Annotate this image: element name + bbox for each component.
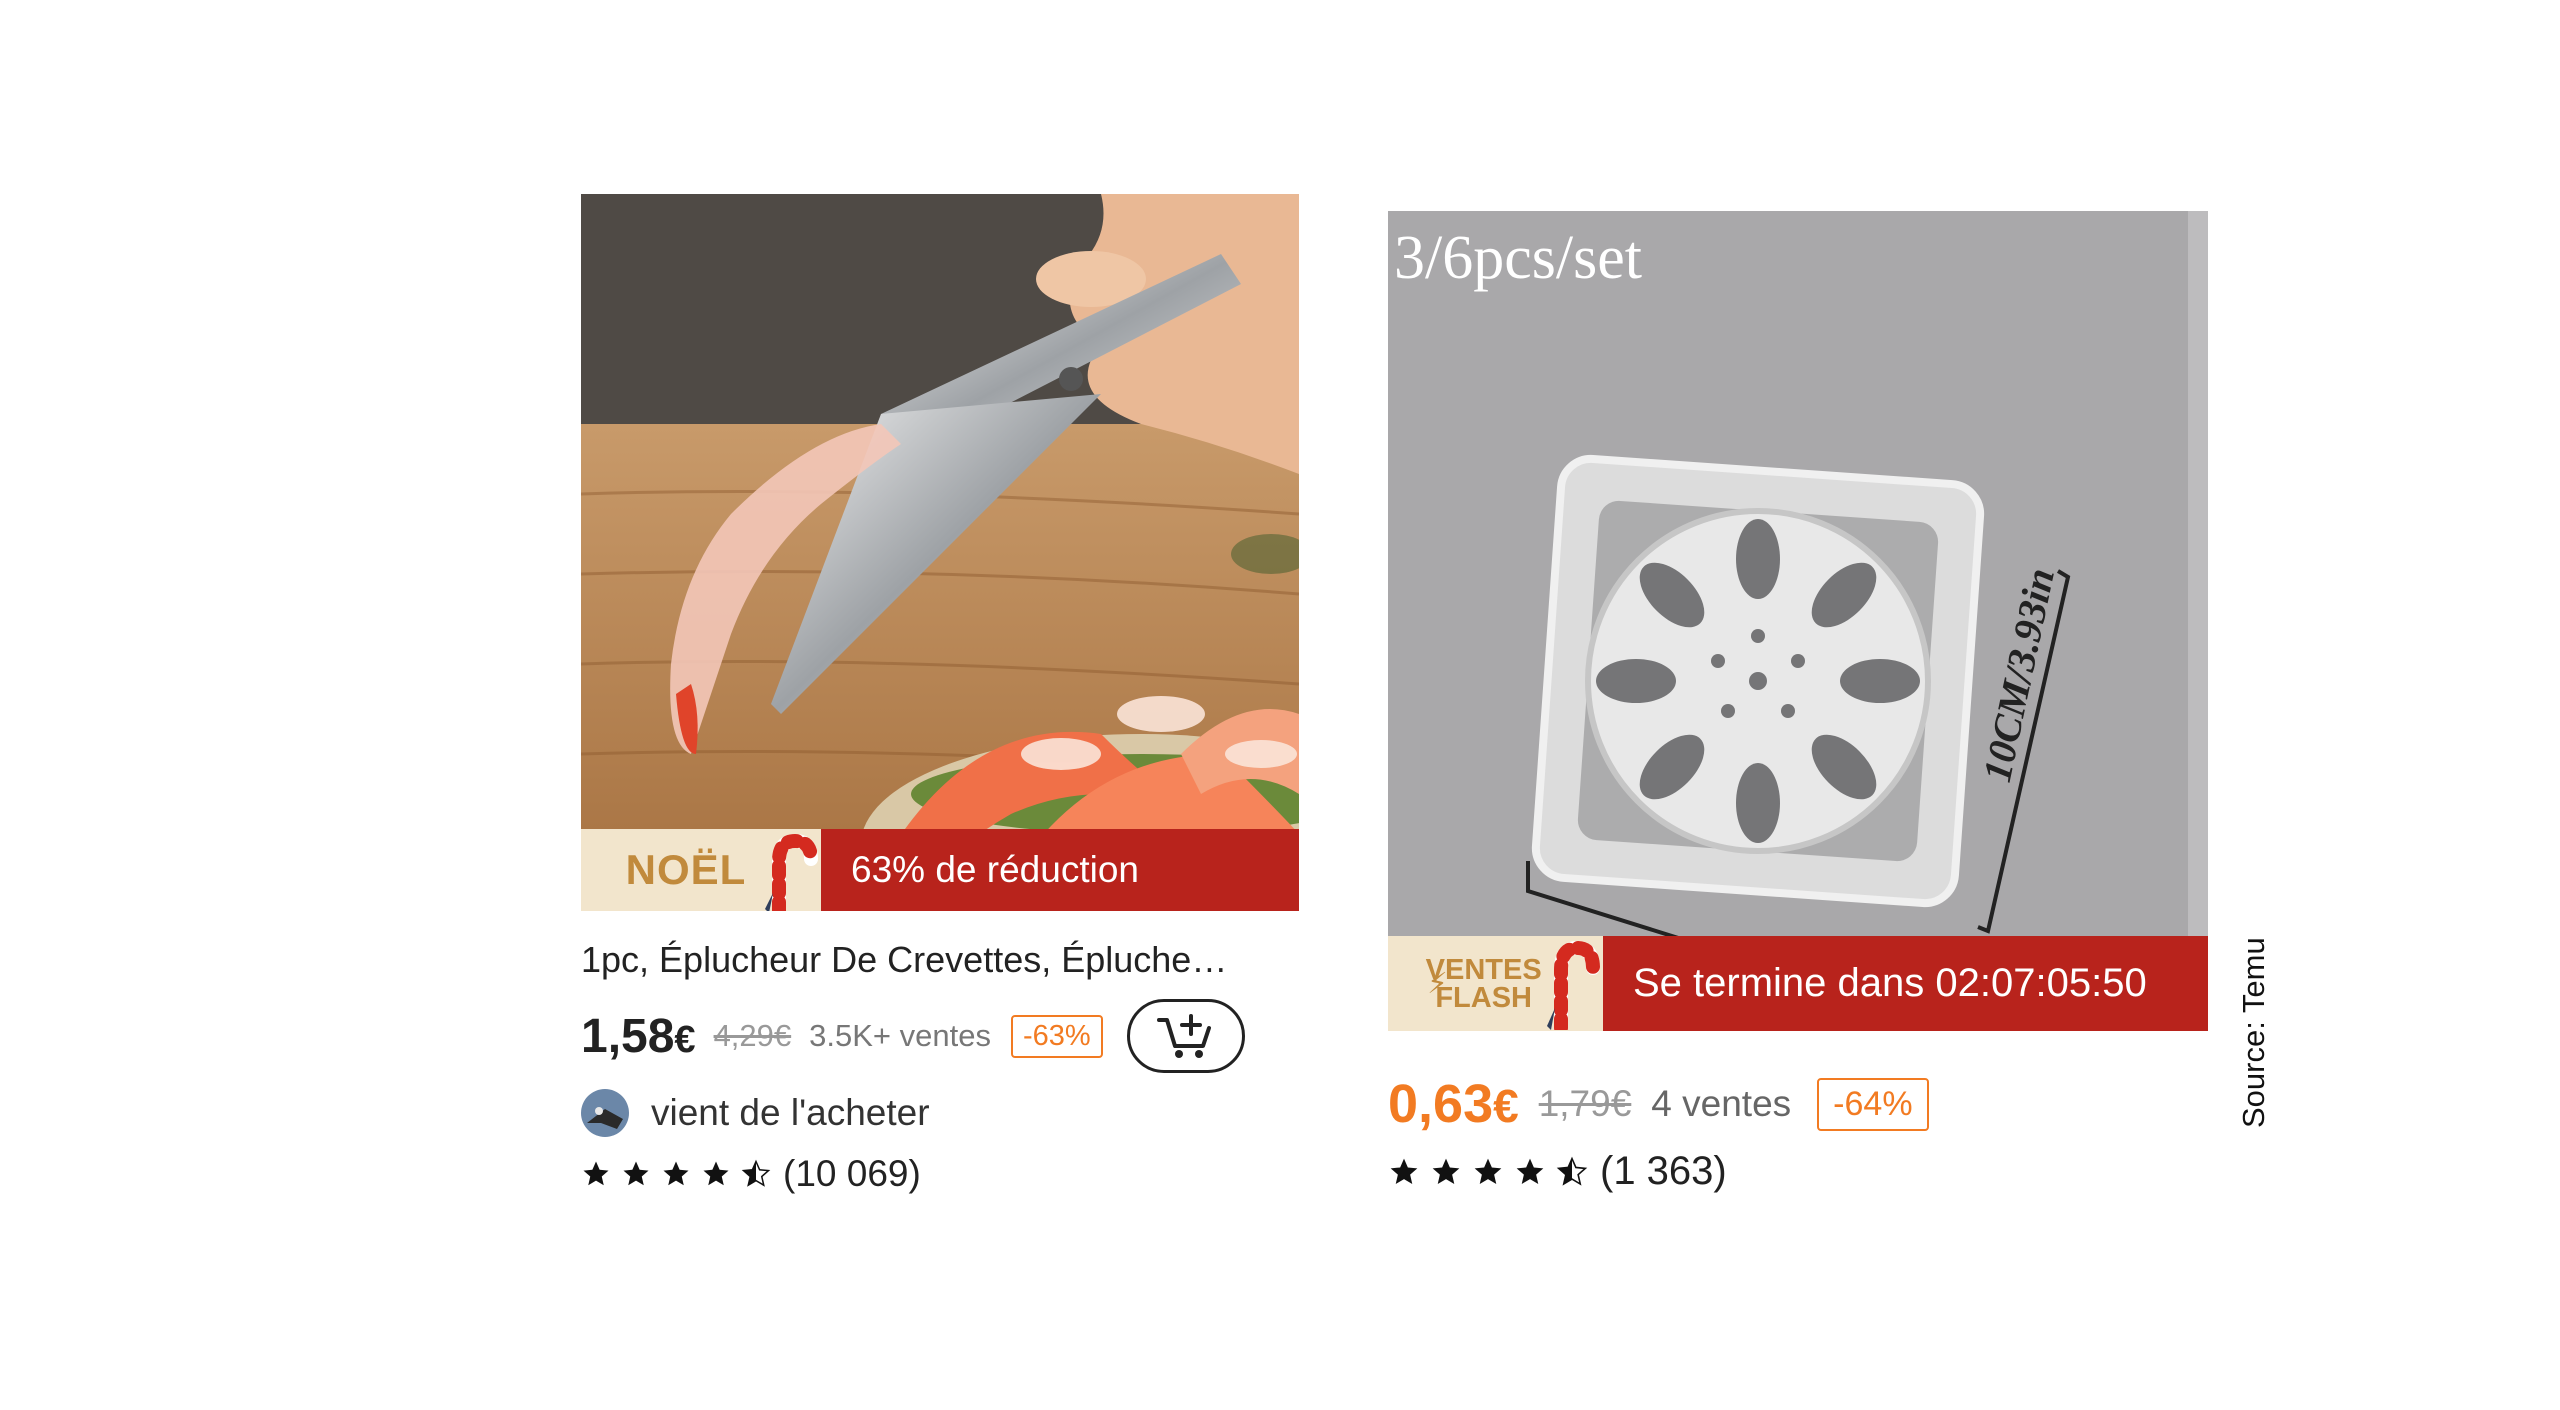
recent-buyer: vient de l'acheter (581, 1089, 1299, 1137)
half-star-icon (1556, 1156, 1588, 1186)
star-icon (1390, 1158, 1418, 1184)
sales-count: 3.5K+ ventes (809, 1018, 991, 1053)
candy-cane-icon (1547, 940, 1600, 1030)
price-row: 1,58€ 4,29€ 3.5K+ ventes -63% (581, 999, 1299, 1073)
noel-label: NOËL (625, 846, 747, 893)
review-count: (1 363) (1600, 1149, 1727, 1193)
rating[interactable]: (10 069) (581, 1153, 1299, 1195)
star-icon (583, 1161, 609, 1186)
star-icon (1432, 1158, 1460, 1184)
product-card[interactable]: 3/6pcs/set 10CM/3.93in ⚡ VENTES FLASH Se… (1388, 211, 2208, 1194)
current-price: 1,58€ (581, 1009, 696, 1064)
current-price: 0,63€ (1388, 1073, 1519, 1135)
flash-sale-line2: FLASH (1435, 981, 1533, 1014)
product-image[interactable]: 3/6pcs/set 10CM/3.93in ⚡ VENTES FLASH Se… (1388, 211, 2208, 1031)
original-price: 4,29€ (713, 1018, 792, 1053)
shrimp-peeler-photo (581, 194, 1299, 911)
sales-count: 4 ventes (1651, 1083, 1792, 1124)
christmas-banner: NOËL 63% de réduction (581, 829, 1299, 911)
product-title[interactable]: 1pc, Éplucheur De Crevettes, Épluche… (581, 939, 1299, 981)
avatar (581, 1089, 629, 1137)
discount-badge: -63% (1010, 1014, 1103, 1058)
price-row: 0,63€ 1,79€ 4 ventes -64% (1388, 1073, 2208, 1135)
star-rating (1388, 1156, 1588, 1188)
add-to-cart-button[interactable] (1126, 999, 1245, 1073)
flash-sale-tag: ⚡ VENTES FLASH (1388, 936, 1603, 1031)
flash-sale-label: VENTES FLASH (1425, 953, 1542, 1014)
star-rating (581, 1159, 771, 1189)
cart-add-icon (1156, 1014, 1211, 1058)
discount-badge: -64% (1817, 1077, 1929, 1131)
review-count: (10 069) (783, 1153, 921, 1194)
countdown-text: Se termine dans 02:07:05:50 (1633, 961, 2147, 1005)
candy-cane-icon (765, 833, 818, 911)
star-icon (1516, 1158, 1544, 1184)
pack-size-label: 3/6pcs/set (1394, 224, 1642, 292)
product-card[interactable]: NOËL 63% de réduction 1pc, Éplucheur De … (581, 194, 1299, 1195)
currency-symbol: € (674, 1018, 696, 1061)
star-icon (623, 1161, 649, 1186)
price-value: 1,58 (581, 1009, 675, 1063)
flash-sale-line1: VENTES (1425, 953, 1542, 986)
buyer-text: vient de l'acheter (651, 1092, 930, 1133)
drain-cover-photo (1388, 211, 2208, 1031)
star-icon (1474, 1158, 1502, 1184)
product-image[interactable]: NOËL 63% de réduction (581, 194, 1299, 911)
star-icon (703, 1161, 729, 1186)
discount-banner-text: 63% de réduction (851, 849, 1139, 890)
source-credit: Source: Temu (2236, 937, 2271, 1128)
original-price: 1,79€ (1538, 1083, 1632, 1124)
star-icon (663, 1161, 689, 1186)
rating[interactable]: (1 363) (1388, 1149, 2208, 1194)
flash-sale-banner: ⚡ VENTES FLASH Se termine dans 02:07:05:… (1388, 936, 2208, 1031)
half-star-icon (741, 1159, 771, 1187)
noel-tag: NOËL (581, 829, 821, 911)
currency-symbol: € (1493, 1080, 1519, 1132)
price-value: 0,63 (1388, 1074, 1494, 1134)
